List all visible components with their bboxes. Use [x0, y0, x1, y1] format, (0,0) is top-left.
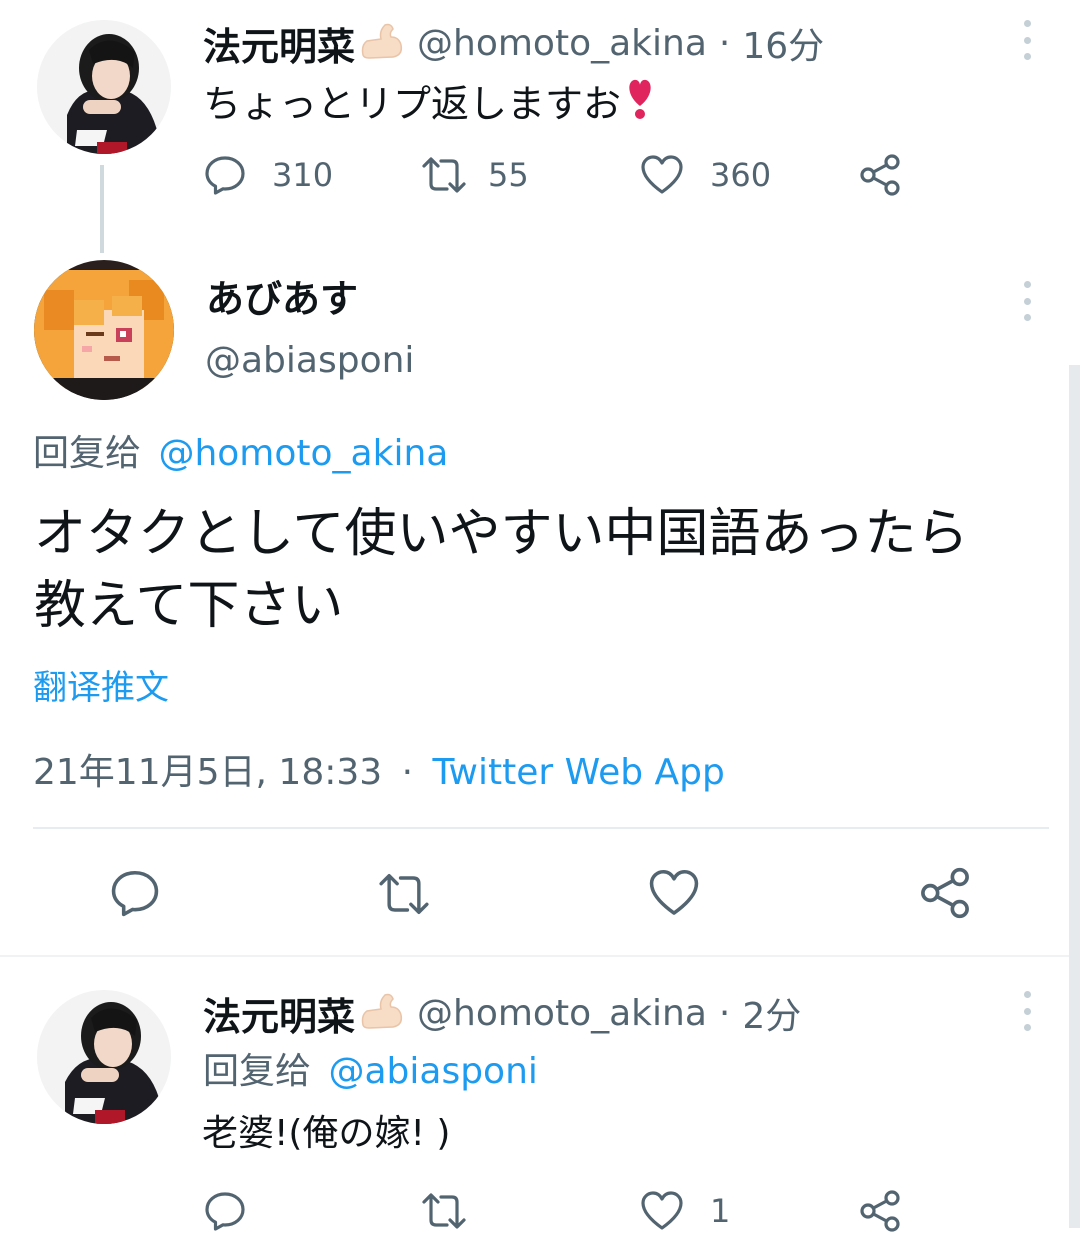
more-options-icon[interactable]: [1023, 991, 1031, 1031]
heart-icon: [649, 869, 699, 915]
scrollbar[interactable]: [1069, 365, 1080, 1228]
retweet-button[interactable]: [420, 1188, 468, 1234]
display-name[interactable]: あびあす: [206, 274, 358, 324]
share-icon: [860, 1190, 900, 1232]
share-icon: [860, 154, 900, 196]
like-count: 360: [710, 156, 772, 194]
avatar-pixel-art: [34, 260, 174, 400]
flexed-biceps-icon: [359, 991, 405, 1035]
reply-icon: [111, 870, 159, 917]
share-button[interactable]: [858, 152, 902, 198]
retweet-icon: [422, 157, 466, 193]
reply-count: 310: [272, 156, 334, 194]
share-icon: [921, 867, 969, 919]
handle[interactable]: @homoto_akina: [417, 23, 707, 64]
avatar-photo: [37, 990, 171, 1124]
reply-prefix: 回复给: [33, 433, 142, 474]
handle[interactable]: @abiasponi: [205, 336, 414, 386]
separator: ·: [401, 752, 414, 793]
tweet-1-header: 法元明菜 @homoto_akina · 16分: [203, 16, 824, 71]
heavy-heart-exclamation-icon: [625, 76, 655, 124]
reply-button[interactable]: [204, 1188, 246, 1234]
retweet-button[interactable]: [374, 870, 434, 918]
tweet-text: オタクとして使いやすい中国語あったら教えて下さい: [34, 504, 969, 636]
avatar-homoto-akina[interactable]: [37, 990, 171, 1124]
divider: [33, 827, 1049, 829]
reply-prefix: 回复给: [203, 1051, 312, 1092]
timestamp[interactable]: 16分: [742, 17, 824, 69]
reply-context: 回复给 @abiasponi: [203, 1046, 538, 1098]
retweet-icon: [379, 874, 429, 914]
more-options-icon[interactable]: [1023, 20, 1031, 60]
reply-to-mention[interactable]: @homoto_akina: [158, 433, 448, 474]
tweet-source[interactable]: Twitter Web App: [433, 752, 725, 793]
reply-button[interactable]: 310: [204, 152, 333, 198]
avatar-homoto-akina[interactable]: [37, 20, 171, 154]
like-button[interactable]: [648, 868, 700, 918]
section-divider: [0, 955, 1080, 957]
handle[interactable]: @homoto_akina: [417, 993, 707, 1034]
avatar-abiasponi[interactable]: [34, 260, 174, 400]
tweet-text: ちょっとリプ返しますお: [203, 81, 622, 126]
reply-context: 回复给 @homoto_akina: [33, 428, 448, 480]
like-button[interactable]: 1: [640, 1188, 730, 1234]
display-name[interactable]: 法元明菜: [203, 16, 355, 71]
heart-icon: [641, 1191, 683, 1230]
tweet-meta: 21年11月5日, 18:33 · Twitter Web App: [33, 747, 725, 799]
separator: ·: [718, 992, 731, 1034]
reply-to-mention[interactable]: @abiasponi: [328, 1051, 537, 1092]
avatar-photo: [37, 20, 171, 154]
tweet-3-header: 法元明菜 @homoto_akina · 2分: [203, 986, 801, 1041]
like-button[interactable]: 360: [640, 152, 771, 198]
thread-line: [100, 165, 104, 253]
tweet-datetime[interactable]: 21年11月5日, 18:33: [33, 752, 382, 793]
retweet-count: 55: [488, 156, 529, 194]
display-name[interactable]: 法元明菜: [203, 986, 355, 1041]
like-count: 1: [710, 1192, 731, 1230]
heart-icon: [641, 155, 683, 194]
retweet-icon: [422, 1193, 466, 1229]
share-button[interactable]: [918, 866, 972, 920]
share-button[interactable]: [858, 1188, 902, 1234]
tweet-1-text: ちょっとリプ返しますお: [203, 74, 655, 126]
reply-icon: [205, 156, 245, 195]
timestamp[interactable]: 2分: [742, 987, 801, 1039]
translate-tweet-link[interactable]: 翻译推文: [33, 664, 169, 712]
tweet-text: 老婆!(俺の嫁! ): [202, 1113, 451, 1154]
reply-icon: [205, 1192, 245, 1231]
flexed-biceps-icon: [359, 21, 405, 65]
more-options-icon[interactable]: [1023, 281, 1031, 321]
separator: ·: [718, 22, 731, 64]
reply-button[interactable]: [110, 868, 160, 918]
retweet-button[interactable]: 55: [420, 152, 529, 198]
